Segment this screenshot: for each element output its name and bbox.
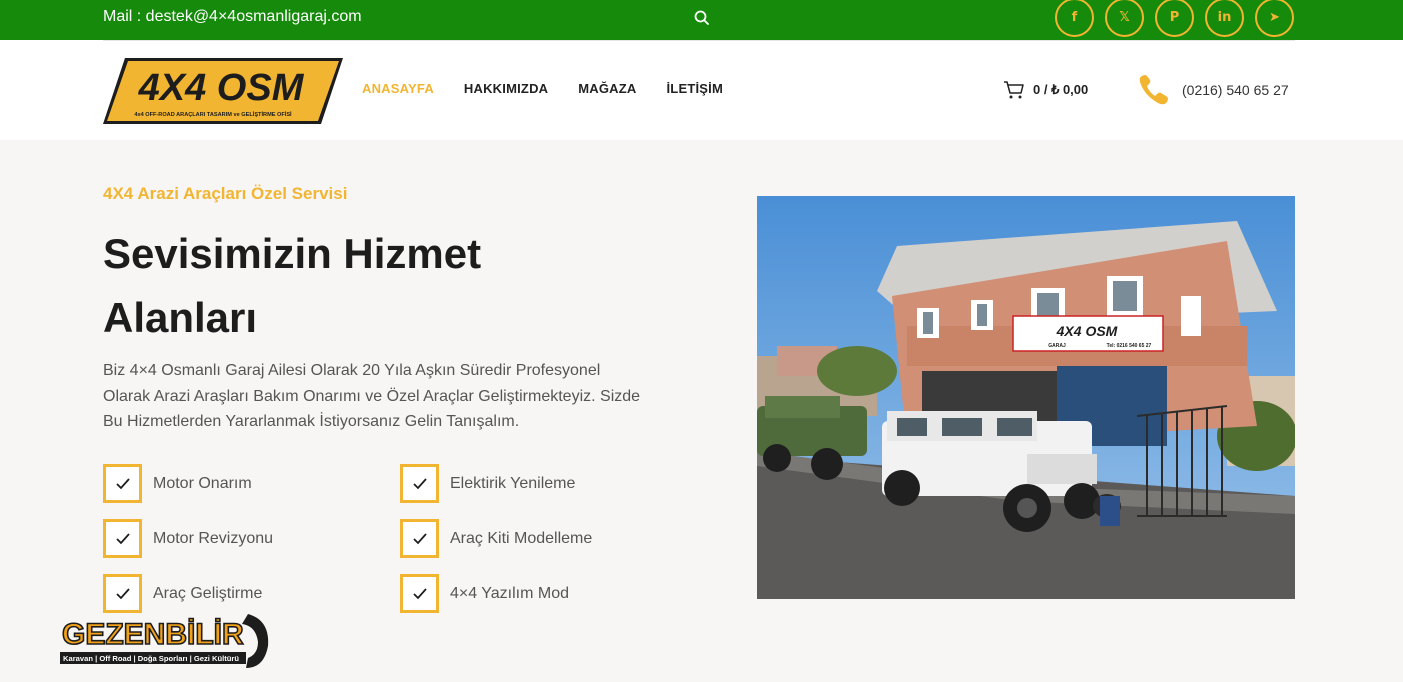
hero-title-line1: Sevisimizin Hizmet	[103, 230, 482, 277]
cart-total: 0 / ₺ 0,00	[1033, 82, 1089, 97]
feature-label: Araç Geliştirme	[153, 584, 263, 602]
linkedin-icon[interactable]: in	[1205, 0, 1244, 37]
phone-contact[interactable]: (0216) 540 65 27	[1137, 73, 1289, 107]
contact-mail[interactable]: Mail : destek@4×4osmanligaraj.com	[103, 8, 362, 26]
nav-item-about[interactable]: HAKKIMIZDA	[464, 81, 548, 96]
hero-description: Biz 4×4 Osmanlı Garaj Ailesi Olarak 20 Y…	[103, 362, 641, 430]
cart-widget[interactable]: 0 / ₺ 0,00	[1003, 80, 1088, 100]
phone-number: (0216) 540 65 27	[1182, 82, 1289, 98]
top-bar: Mail : destek@4×4osmanligaraj.com f 𝕏 P …	[0, 0, 1403, 40]
feature-label: Motor Onarım	[153, 474, 252, 492]
sign-sub-text: GARAJ	[1048, 343, 1066, 349]
check-icon	[400, 464, 439, 503]
check-icon	[103, 519, 142, 558]
logo-tagline: 4x4 OFF-ROAD ARAÇLARI TASARIM ve GELİŞTİ…	[134, 111, 292, 118]
x-twitter-icon[interactable]: 𝕏	[1105, 0, 1144, 37]
feature-item: Motor Onarım	[103, 464, 252, 503]
header-divider	[103, 40, 1295, 41]
garage-photo: 4X4 OSM GARAJ Tel: 0216 540 65 27	[757, 196, 1295, 599]
gezenbilir-watermark: GEZENBİLİR Karavan | Off Road | Doğa Spo…	[60, 614, 269, 668]
hero-title: Sevisimizin Hizmet Alanları	[103, 222, 623, 350]
feature-label: 4×4 Yazılım Mod	[450, 584, 570, 602]
pinterest-icon[interactable]: P	[1155, 0, 1194, 37]
feature-item: Motor Revizyonu	[103, 519, 273, 558]
feature-item: Elektirik Yenileme	[400, 464, 575, 503]
watermark-tagline: Karavan | Off Road | Doğa Sporları | Gez…	[63, 654, 239, 663]
site-logo[interactable]: 4X4 OSM 4x4 OFF-ROAD ARAÇLARI TASARIM ve…	[103, 54, 343, 128]
nav-item-shop[interactable]: MAĞAZA	[578, 81, 636, 96]
feature-label: Elektirik Yenileme	[450, 474, 576, 492]
telegram-icon[interactable]: ➤	[1255, 0, 1294, 37]
nav-item-home[interactable]: ANASAYFA	[362, 81, 434, 96]
logo-main-text: 4X4 OSM	[138, 67, 305, 109]
search-icon[interactable]	[692, 8, 712, 28]
feature-item: 4×4 Yazılım Mod	[400, 574, 569, 613]
watermark-brand: GEZENBİLİR	[62, 618, 244, 651]
feature-label: Araç Kiti Modelleme	[450, 529, 593, 547]
hero-subtitle: 4X4 Arazi Araçları Özel Servisi	[103, 184, 348, 203]
check-icon	[400, 574, 439, 613]
feature-item: Araç Kiti Modelleme	[400, 519, 592, 558]
sign-main-text: 4X4 OSM	[1056, 323, 1118, 339]
cart-icon	[1004, 81, 1024, 99]
hero-title-line2: Alanları	[103, 294, 258, 341]
phone-icon	[1139, 75, 1168, 105]
social-links: f 𝕏 P in ➤	[1055, 0, 1294, 37]
main-nav: ANASAYFA HAKKIMIZDA MAĞAZA İLETİŞİM	[362, 81, 723, 96]
check-icon	[400, 519, 439, 558]
site-header: 4X4 OSM 4x4 OFF-ROAD ARAÇLARI TASARIM ve…	[0, 40, 1403, 140]
check-icon	[103, 464, 142, 503]
nav-item-contact[interactable]: İLETİŞİM	[667, 81, 724, 96]
sign-phone-text: Tel: 0216 540 65 27	[1107, 343, 1152, 349]
feature-label: Motor Revizyonu	[153, 529, 274, 547]
facebook-icon[interactable]: f	[1055, 0, 1094, 37]
